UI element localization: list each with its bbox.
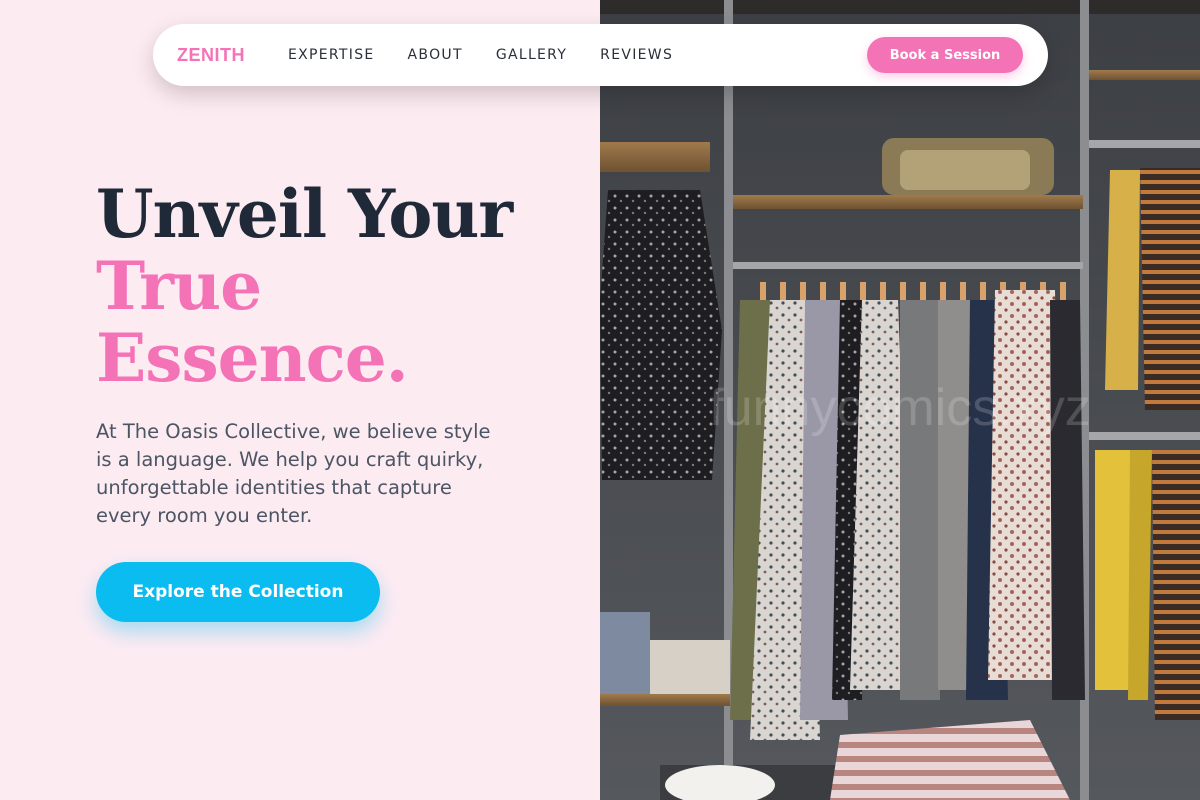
- book-session-button[interactable]: Book a Session: [867, 37, 1023, 73]
- nav-links: EXPERTISE ABOUT GALLERY REVIEWS: [288, 24, 706, 86]
- hero-title: Unveil Your True Essence.: [96, 178, 576, 394]
- nav-link-gallery[interactable]: GALLERY: [496, 47, 567, 63]
- hero-title-line-2: True: [96, 247, 262, 325]
- hero-left-pane: [0, 0, 600, 800]
- hero-title-line-3: Essence.: [96, 319, 409, 397]
- brand-logo[interactable]: ZENITH: [177, 24, 245, 86]
- top-navbar: ZENITH EXPERTISE ABOUT GALLERY REVIEWS B…: [153, 24, 1048, 86]
- nav-link-reviews[interactable]: REVIEWS: [600, 47, 673, 63]
- hero-description: At The Oasis Collective, we believe styl…: [96, 420, 491, 527]
- hero-title-line-1: Unveil Your: [96, 175, 513, 253]
- explore-collection-button[interactable]: Explore the Collection: [96, 562, 380, 622]
- hero-image-clothing-rack: funnycomics.xyz: [600, 0, 1200, 800]
- nav-link-expertise[interactable]: EXPERTISE: [288, 47, 375, 63]
- nav-link-about[interactable]: ABOUT: [408, 47, 463, 63]
- image-watermark: funnycomics.xyz: [709, 379, 1090, 437]
